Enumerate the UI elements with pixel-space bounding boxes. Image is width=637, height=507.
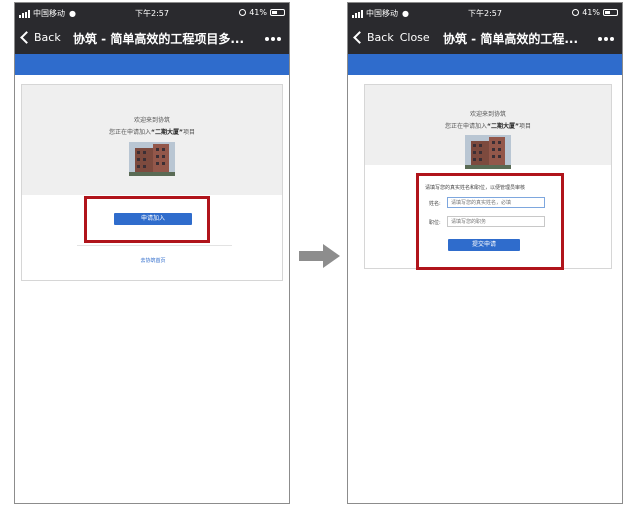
project-name: “二期大厦”	[151, 129, 183, 136]
highlight-box-apply	[84, 196, 210, 243]
nav-left-group: Back Close	[352, 31, 430, 44]
back-button[interactable]: Back	[367, 31, 394, 44]
page-title: 协筑 - 简单高效的工程...	[443, 32, 579, 46]
header-band	[15, 54, 289, 75]
joining-suffix: 项目	[518, 123, 531, 130]
battery-icon	[603, 9, 618, 16]
close-button[interactable]: Close	[400, 31, 430, 44]
status-bar: 中国移动 ● 下午2:57 41%	[15, 3, 289, 23]
building-photo	[465, 135, 511, 169]
highlight-box-form	[416, 173, 564, 270]
more-options-icon[interactable]	[596, 37, 614, 41]
rotation-lock-icon	[572, 9, 580, 16]
joining-prefix: 您正在申请加入	[445, 123, 488, 130]
phone-screen-before: 中国移动 ● 下午2:57 41% Back 协筑 - 简单高效的工程项目多..…	[14, 2, 290, 504]
chevron-left-icon	[353, 31, 366, 44]
card-divider	[77, 245, 232, 246]
card-header: 欢迎来到协筑 您正在申请加入“二期大厦”项目	[22, 85, 282, 195]
building-photo	[129, 142, 175, 176]
invite-card: 欢迎来到协筑 您正在申请加入“二期大厦”项目 申请加入 去协筑首页	[21, 84, 283, 281]
home-link[interactable]: 去协筑首页	[112, 257, 194, 264]
joining-prefix: 您正在申请加入	[109, 129, 152, 136]
battery-percent: 41%	[582, 8, 600, 17]
battery-percent: 41%	[249, 8, 267, 17]
header-band	[348, 54, 622, 75]
joining-suffix: 项目	[182, 129, 195, 136]
arrow-right-icon	[299, 244, 340, 268]
nav-bar: Back 协筑 - 简单高效的工程项目多...	[15, 23, 289, 54]
nav-bar: Back Close 协筑 - 简单高效的工程...	[348, 23, 622, 54]
rotation-lock-icon	[239, 9, 247, 16]
more-options-icon[interactable]	[263, 37, 281, 41]
battery-icon	[270, 9, 285, 16]
back-label: Back	[34, 31, 61, 44]
back-button[interactable]: Back	[19, 31, 61, 44]
chevron-left-icon	[20, 31, 33, 44]
joining-text: 您正在申请加入“二期大厦”项目	[365, 121, 611, 130]
page-title: 协筑 - 简单高效的工程项目多...	[73, 32, 245, 46]
welcome-text: 欢迎来到协筑	[469, 111, 506, 118]
project-name: “二期大厦”	[487, 123, 519, 130]
joining-text: 您正在申请加入“二期大厦”项目	[22, 127, 282, 136]
welcome-text: 欢迎来到协筑	[133, 117, 170, 124]
status-bar: 中国移动 ● 下午2:57 41%	[348, 3, 622, 23]
